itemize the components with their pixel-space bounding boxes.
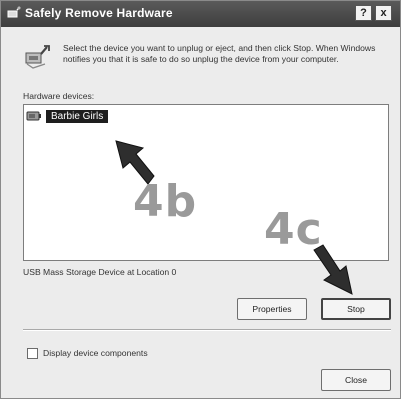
step-4b-label: 4b [133,176,198,227]
step-4c-label: 4c [264,204,323,255]
safely-remove-hardware-dialog: Safely Remove Hardware ? x Select the de… [0,0,401,399]
arrow-to-stop-button-icon [313,244,353,295]
